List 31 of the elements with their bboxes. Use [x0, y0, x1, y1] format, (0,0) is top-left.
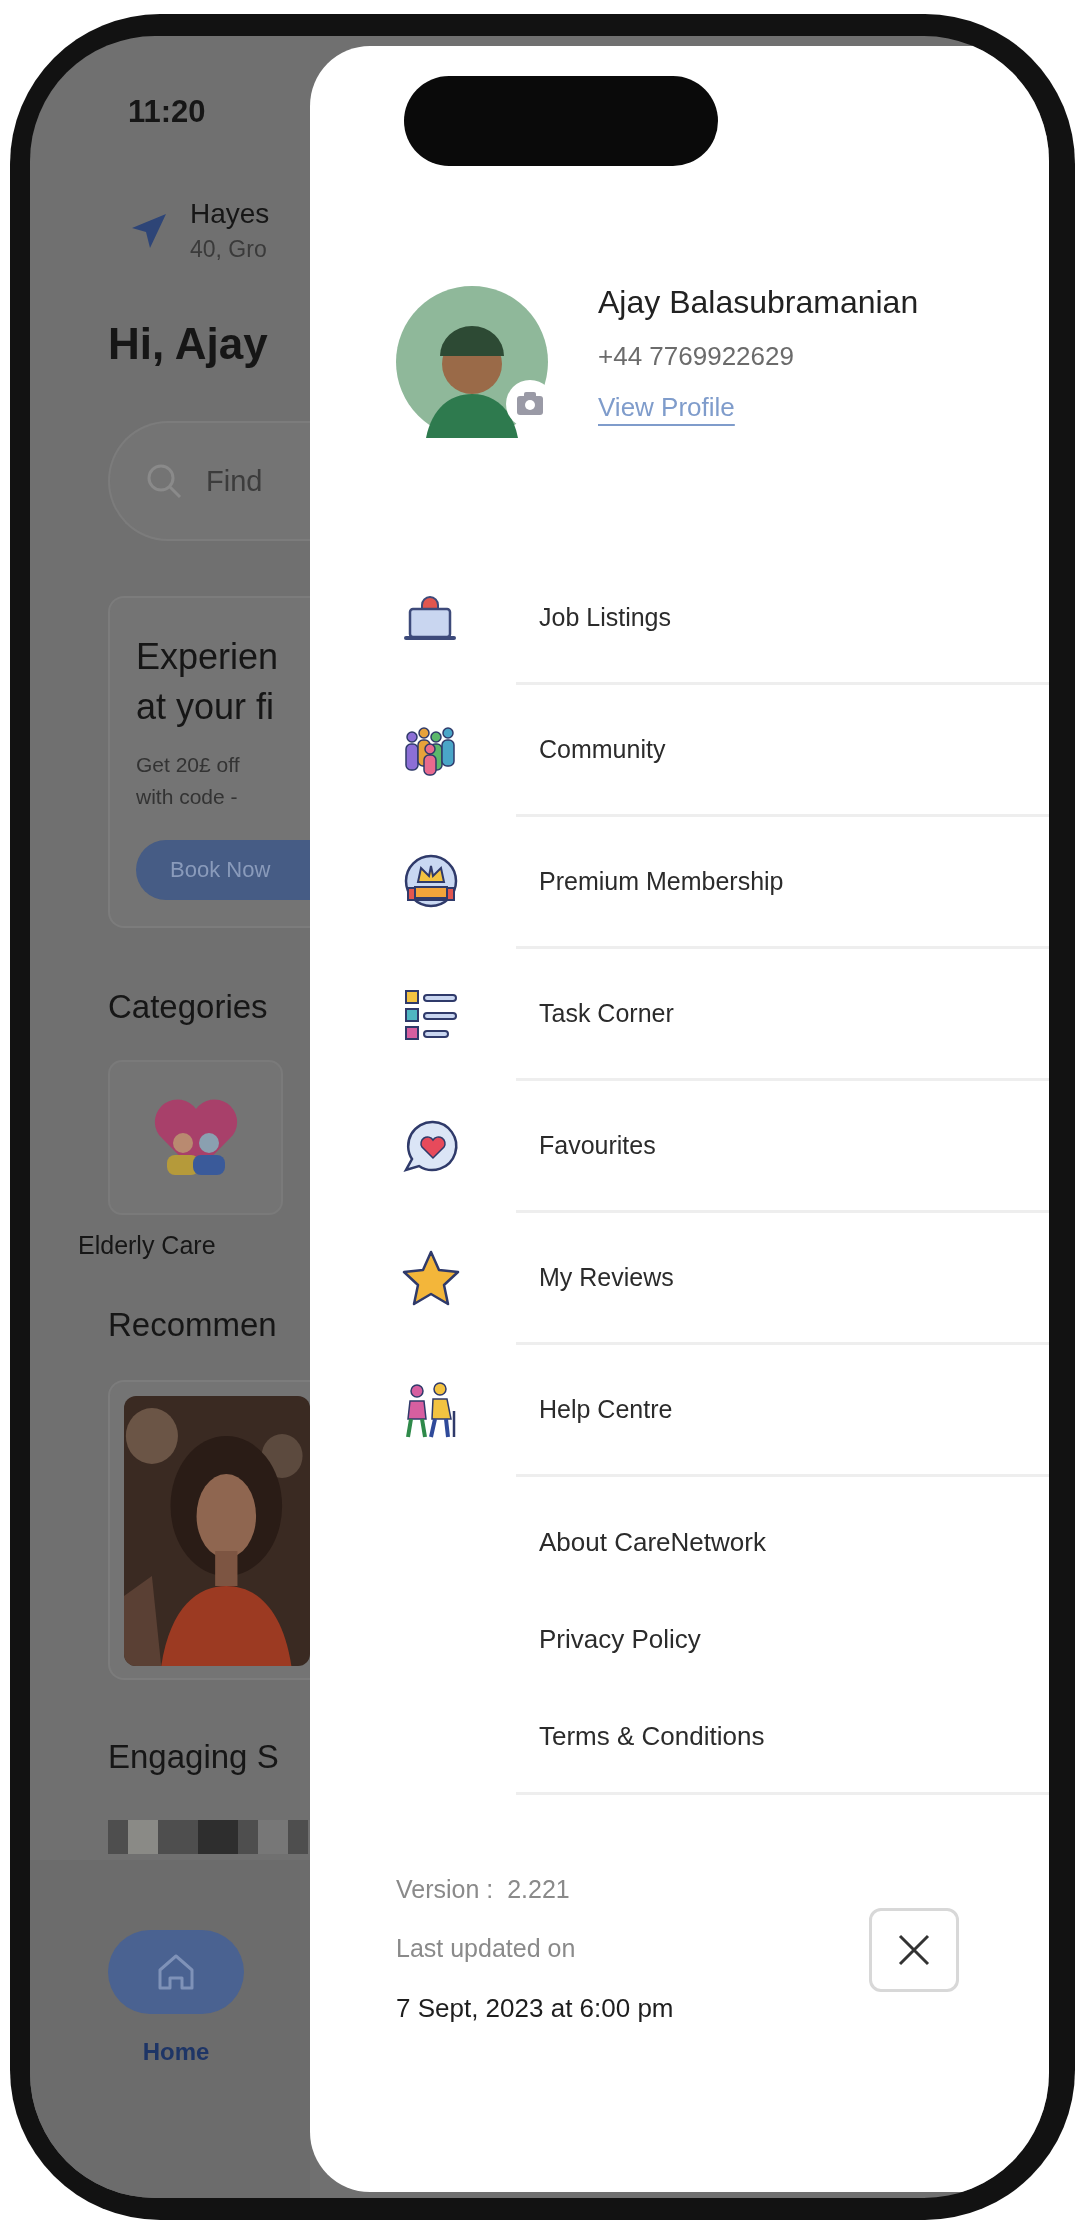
category-label: Elderly Care: [78, 1230, 217, 1260]
menu-item[interactable]: Premium Membership: [516, 817, 1049, 949]
promo-title: at your fi: [136, 685, 276, 730]
navigation-arrow-icon: [130, 211, 168, 250]
last-updated-label: Last updated on: [396, 1934, 577, 1963]
info-link[interactable]: Terms & Conditions: [539, 1721, 765, 1752]
category-tile[interactable]: [108, 1059, 283, 1215]
promo-text: with code -: [136, 784, 239, 811]
section-title: Engaging S: [108, 1737, 280, 1776]
location-title: Hayes: [190, 198, 270, 230]
phone-number: +44 7769922629: [598, 340, 795, 372]
close-button[interactable]: [869, 1907, 959, 1992]
section-title: Recommen: [108, 1305, 278, 1344]
info-link[interactable]: Privacy Policy: [539, 1624, 701, 1655]
menu-item[interactable]: My Reviews: [516, 1213, 1049, 1345]
search-placeholder: Find: [206, 464, 263, 498]
caregiver-card[interactable]: [108, 1379, 310, 1680]
menu-item[interactable]: Help Centre: [516, 1345, 1049, 1477]
menu-item[interactable]: Task Corner: [516, 949, 1049, 1081]
promo-text: Get 20£ off: [136, 751, 241, 778]
status-time: 11:20: [128, 94, 207, 130]
section-title: Categories: [108, 987, 269, 1026]
user-name: Ajay Balasubramanian: [598, 283, 919, 321]
menu-item[interactable]: Favourites: [516, 1081, 1049, 1213]
menu-item[interactable]: Job Listings: [516, 553, 1049, 685]
greeting: Hi, Ajay: [108, 319, 269, 369]
last-updated-date: 7 Sept, 2023 at 6:00 pm: [396, 1993, 674, 2024]
app-version: Version : 2.221: [396, 1875, 571, 1904]
menu-item[interactable]: Community: [516, 685, 1049, 817]
info-link[interactable]: About CareNetwork: [539, 1527, 766, 1558]
promo-title: Experien: [136, 635, 280, 679]
